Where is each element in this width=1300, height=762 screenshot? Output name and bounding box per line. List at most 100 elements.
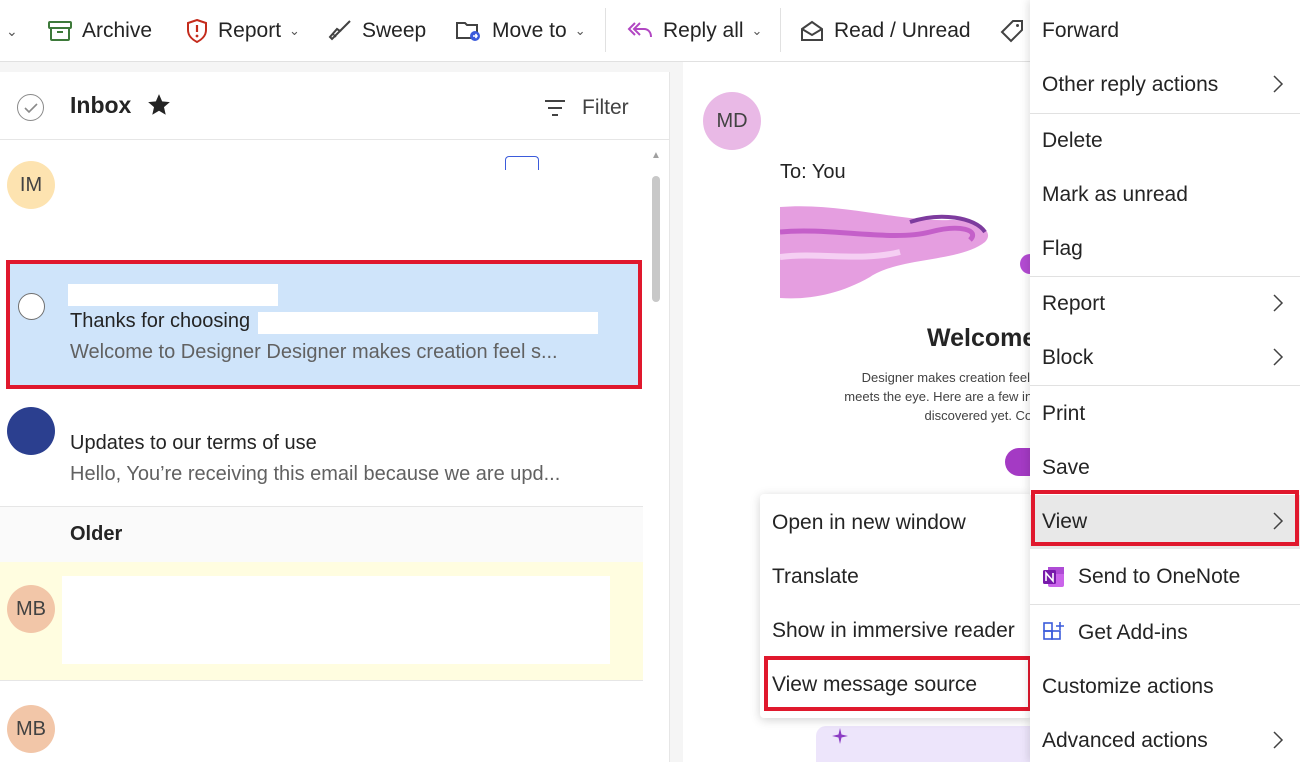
- sparkle-icon: [832, 728, 848, 744]
- block-item[interactable]: Block: [1030, 331, 1300, 385]
- mark-as-unread-label: Mark as unread: [1042, 183, 1188, 206]
- sweep-button[interactable]: Sweep: [328, 0, 426, 62]
- reply-all-icon: [627, 22, 652, 38]
- checkmark-icon: [23, 102, 38, 113]
- send-to-onenote-label: Send to OneNote: [1078, 565, 1241, 588]
- sweep-label: Sweep: [362, 19, 427, 42]
- send-to-onenote-item[interactable]: Send to OneNote: [1030, 550, 1300, 604]
- tag-icon: [1000, 20, 1023, 43]
- email-headline: Welcome: [927, 324, 1037, 352]
- avatar: MB: [7, 585, 55, 633]
- report-chevron-icon[interactable]: ⌄: [289, 23, 300, 39]
- save-label: Save: [1042, 456, 1090, 479]
- message-preview: Hello, You’re receiving this email becau…: [70, 463, 561, 485]
- highlight-box: [1031, 490, 1299, 546]
- older-label: Older: [70, 523, 123, 545]
- advanced-actions-label: Advanced actions: [1042, 729, 1208, 752]
- report-item[interactable]: Report: [1030, 277, 1300, 331]
- forward-item[interactable]: Forward: [1030, 4, 1300, 58]
- older-section-header: Older: [0, 506, 643, 562]
- message-row[interactable]: MB: [0, 562, 643, 681]
- flag-item[interactable]: Flag: [1030, 222, 1300, 276]
- report-label: Report: [1042, 292, 1106, 315]
- expand-chevron-icon[interactable]: ⌄: [6, 0, 18, 62]
- toolbar-divider: [605, 8, 606, 52]
- chevron-right-icon: [1273, 348, 1284, 366]
- chevron-right-icon: [1273, 75, 1284, 93]
- delete-item[interactable]: Delete: [1030, 114, 1300, 168]
- customize-actions-label: Customize actions: [1042, 675, 1214, 698]
- reply-all-chevron-icon[interactable]: ⌄: [752, 23, 763, 39]
- advanced-actions-item[interactable]: Advanced actions: [1030, 714, 1300, 762]
- archive-label: Archive: [82, 19, 153, 42]
- envelope-open-icon: [801, 20, 823, 41]
- designer-banner-image: [780, 206, 1040, 299]
- mark-as-unread-item[interactable]: Mark as unread: [1030, 168, 1300, 222]
- highlight-box: [6, 260, 642, 389]
- block-label: Block: [1042, 346, 1094, 369]
- forward-label: Forward: [1042, 19, 1120, 42]
- tag-button[interactable]: [1000, 0, 1034, 62]
- select-all-checkbox[interactable]: [17, 94, 44, 121]
- print-label: Print: [1042, 402, 1086, 425]
- inbox-header: Inbox Filter: [0, 72, 670, 140]
- scroll-thumb[interactable]: [652, 176, 660, 302]
- menu-divider: [1030, 385, 1300, 386]
- print-item[interactable]: Print: [1030, 387, 1300, 441]
- email-body-text: Designer makes creation feel si meets th…: [813, 368, 1043, 425]
- other-reply-actions-label: Other reply actions: [1042, 73, 1219, 96]
- get-add-ins-item[interactable]: Get Add-ins: [1030, 606, 1300, 660]
- open-in-new-window-item[interactable]: Open in new window: [760, 496, 1032, 550]
- reply-all-label: Reply all: [663, 19, 744, 42]
- reply-all-button[interactable]: Reply all ⌄: [627, 0, 762, 62]
- customize-actions-item[interactable]: Customize actions: [1030, 660, 1300, 714]
- scroll-up-arrow-icon[interactable]: ▲: [651, 150, 661, 161]
- avatar: [7, 407, 55, 455]
- translate-item[interactable]: Translate: [760, 550, 1032, 604]
- message-list-scrollbar[interactable]: ▲: [650, 150, 661, 762]
- read-unread-button[interactable]: Read / Unread: [800, 0, 971, 62]
- report-label: Report: [218, 19, 282, 42]
- chevron-right-icon: [1273, 294, 1284, 312]
- avatar: IM: [7, 161, 55, 209]
- more-actions-menu: Forward Other reply actions Delete Mark …: [1030, 0, 1300, 762]
- shield-warning-icon: [187, 19, 207, 43]
- flag-label: Flag: [1042, 237, 1083, 260]
- move-to-chevron-icon[interactable]: ⌄: [575, 23, 586, 39]
- broom-icon: [328, 20, 351, 41]
- recipient-line: To: You: [780, 161, 846, 183]
- email-body-line: discovered yet. Com: [924, 408, 1044, 423]
- filter-label: Filter: [582, 96, 629, 119]
- onenote-icon: [1042, 565, 1066, 589]
- add-ins-icon: [1042, 621, 1066, 645]
- sender-avatar[interactable]: MD: [703, 92, 761, 150]
- move-to-button[interactable]: Move to ⌄: [456, 0, 586, 62]
- highlight-box: [764, 656, 1032, 711]
- redacted-message-content: [62, 576, 610, 664]
- move-to-label: Move to: [492, 19, 567, 42]
- filter-icon: [545, 100, 565, 116]
- read-unread-label: Read / Unread: [834, 19, 971, 42]
- filter-button[interactable]: Filter: [544, 96, 629, 120]
- avatar: MB: [7, 705, 55, 753]
- archive-icon: [48, 21, 72, 41]
- archive-button[interactable]: Archive: [48, 0, 152, 62]
- message-flag-marker: [505, 156, 539, 170]
- email-promo-card: [816, 726, 1046, 762]
- folder-move-icon: [456, 22, 480, 41]
- report-button[interactable]: Report ⌄: [186, 0, 300, 62]
- message-subject: Updates to our terms of use: [70, 432, 317, 454]
- chevron-right-icon: [1273, 731, 1284, 749]
- folder-title: Inbox: [70, 92, 132, 118]
- get-add-ins-label: Get Add-ins: [1078, 621, 1188, 644]
- email-body-line: Designer makes creation feel si: [861, 370, 1043, 385]
- menu-divider: [1030, 604, 1300, 605]
- toolbar-divider: [780, 8, 781, 52]
- favorite-star-icon[interactable]: [146, 92, 172, 118]
- email-body-line: meets the eye. Here are a few incr: [844, 389, 1043, 404]
- message-list-pane: Inbox Filter IM Thanks for choosing Welc…: [0, 72, 670, 762]
- delete-label: Delete: [1042, 129, 1103, 152]
- save-item[interactable]: Save: [1030, 441, 1300, 495]
- other-reply-actions-item[interactable]: Other reply actions: [1030, 58, 1300, 112]
- immersive-reader-item[interactable]: Show in immersive reader: [760, 604, 1032, 658]
